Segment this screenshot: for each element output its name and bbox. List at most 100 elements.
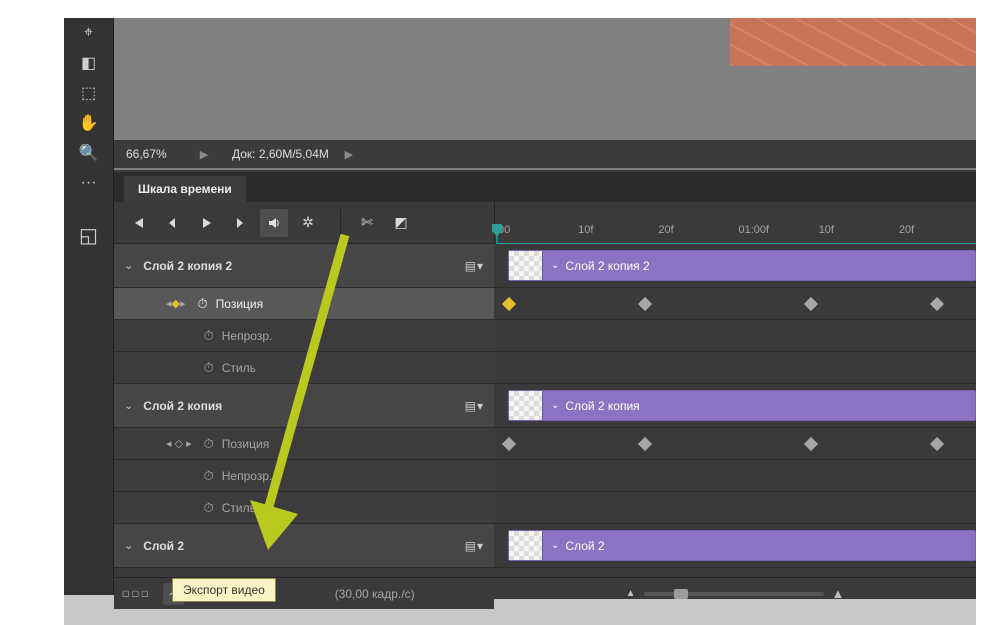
chevron-down-icon[interactable]: ⌄ bbox=[124, 259, 133, 272]
go-first-button[interactable] bbox=[124, 209, 152, 237]
clip-label: Слой 2 bbox=[565, 539, 604, 553]
prop-label: Позиция bbox=[216, 297, 263, 311]
zoom-slider[interactable] bbox=[644, 592, 824, 596]
chevron-down-icon[interactable]: ⌄ bbox=[124, 399, 133, 412]
layer-name[interactable]: Слой 2 bbox=[143, 539, 464, 553]
stopwatch-icon[interactable]: ⏱ bbox=[204, 360, 214, 376]
prop-label: Позиция bbox=[222, 437, 269, 451]
playback-controls: ✲ ✄ ◩ bbox=[114, 202, 494, 244]
chevron-down-icon[interactable]: ⌄ bbox=[551, 260, 559, 271]
keyframe-lane[interactable] bbox=[494, 492, 976, 524]
tooltip-export-video: Экспорт видео bbox=[172, 578, 276, 602]
next-frame-button[interactable] bbox=[226, 209, 254, 237]
settings-button[interactable]: ✲ bbox=[294, 209, 322, 237]
layer-name[interactable]: Слой 2 копия 2 bbox=[143, 259, 464, 273]
tool-c[interactable]: ⬚ bbox=[64, 78, 113, 108]
clip-label: Слой 2 копия 2 bbox=[565, 259, 649, 273]
track-clip[interactable]: ⌄ Слой 2 копия bbox=[494, 384, 976, 428]
track-clip[interactable]: ⌄ Слой 2 копия 2 bbox=[494, 244, 976, 288]
keyframe-lane[interactable] bbox=[494, 428, 976, 460]
property-row[interactable]: ◂ ◆ ▸ ⏱ Позиция bbox=[114, 288, 494, 320]
status-bar: 66,67% ▶ Док: 2,60M/5,04M ▶ bbox=[114, 140, 976, 168]
timeline-footer: ▢▢▢ 0:00:04:16 (30,00 кадр./с) bbox=[114, 577, 494, 609]
split-button[interactable]: ✄ bbox=[353, 209, 381, 237]
stopwatch-icon[interactable]: ⏱ bbox=[198, 296, 208, 312]
keyframe-icon[interactable] bbox=[804, 437, 818, 451]
stopwatch-icon[interactable]: ⏱ bbox=[204, 328, 214, 344]
ruler-mark: 01:00f bbox=[736, 224, 816, 244]
video-clip[interactable]: ⌄ Слой 2 bbox=[508, 530, 976, 561]
zoom-tool[interactable]: 🔍 bbox=[64, 138, 113, 168]
stopwatch-icon[interactable]: ⏱ bbox=[204, 468, 214, 484]
keyframe-lane[interactable] bbox=[494, 352, 976, 384]
keyframe-icon[interactable] bbox=[638, 297, 652, 311]
color-swatches[interactable]: ◱ bbox=[64, 220, 113, 250]
chevron-down-icon[interactable]: ⌄ bbox=[124, 539, 133, 552]
keyframe-icon[interactable] bbox=[804, 297, 818, 311]
doc-arrow-icon[interactable]: ▶ bbox=[341, 148, 357, 161]
video-clip[interactable]: ⌄ Слой 2 копия bbox=[508, 390, 976, 421]
keyframe-lane[interactable] bbox=[494, 460, 976, 492]
chevron-down-icon[interactable]: ⌄ bbox=[551, 400, 559, 411]
track-clip[interactable]: ⌄ Слой 2 bbox=[494, 524, 976, 568]
clip-label: Слой 2 копия bbox=[565, 399, 639, 413]
zoom-level[interactable]: 66,67% bbox=[114, 147, 196, 161]
property-row[interactable]: ◂ ◇ ▸ ⏱ Стиль bbox=[114, 352, 494, 384]
mute-button[interactable] bbox=[260, 209, 288, 237]
prop-label: Непрозр. bbox=[222, 469, 273, 483]
tools-panel: ⌖ ◧ ⬚ ✋ 🔍 ··· ◱ bbox=[64, 18, 114, 595]
clip-thumbnail bbox=[509, 251, 543, 280]
video-layer-icon[interactable]: ▤▾ bbox=[465, 259, 484, 273]
keyframe-icon[interactable] bbox=[502, 437, 516, 451]
stopwatch-icon[interactable]: ⏱ bbox=[204, 500, 214, 516]
timeline-tracks[interactable]: ⌄ Слой 2 копия 2 ⌄ Слой 2 копия bbox=[494, 244, 976, 599]
layer-header[interactable]: ⌄ Слой 2 ▤▾ bbox=[114, 524, 494, 568]
property-row[interactable]: ◂ ◇ ▸ ⏱ Позиция bbox=[114, 428, 494, 460]
hand-tool[interactable]: ✋ bbox=[64, 108, 113, 138]
frame-anim-icon[interactable]: ▢▢▢ bbox=[122, 589, 151, 598]
keyframe-icon[interactable] bbox=[930, 437, 944, 451]
separator bbox=[340, 209, 341, 237]
prop-label: Непрозр. bbox=[222, 329, 273, 343]
property-row[interactable]: ◂ ◇ ▸ ⏱ Непрозр. bbox=[114, 460, 494, 492]
property-row[interactable]: ◂ ◇ ▸ ⏱ Стиль bbox=[114, 492, 494, 524]
keyframe-icon[interactable] bbox=[638, 437, 652, 451]
chevron-down-icon[interactable]: ⌄ bbox=[551, 540, 559, 551]
video-clip[interactable]: ⌄ Слой 2 копия 2 bbox=[508, 250, 976, 281]
keyframe-icon[interactable] bbox=[502, 297, 516, 311]
transition-button[interactable]: ◩ bbox=[387, 209, 415, 237]
layer-list: ⌄ Слой 2 копия 2 ▤▾ ◂ ◆ ▸ ⏱ Позиция ◂ ◇ … bbox=[114, 244, 494, 599]
fps-label: (30,00 кадр./с) bbox=[335, 587, 415, 601]
keyframe-icon[interactable] bbox=[930, 297, 944, 311]
keyframe-lane[interactable] bbox=[494, 288, 976, 320]
time-ruler[interactable]: 00 10f 20f 01:00f 10f 20f bbox=[494, 202, 976, 244]
layer-name[interactable]: Слой 2 копия bbox=[143, 399, 464, 413]
keyframe-nav[interactable]: ◂ ◆ ▸ bbox=[166, 297, 186, 310]
keyframe-lane[interactable] bbox=[494, 320, 976, 352]
layer-header[interactable]: ⌄ Слой 2 копия ▤▾ bbox=[114, 384, 494, 428]
property-row[interactable]: ◂ ◇ ▸ ⏱ Непрозр. bbox=[114, 320, 494, 352]
prev-frame-button[interactable] bbox=[158, 209, 186, 237]
ruler-mark: 20f bbox=[655, 224, 735, 244]
playhead[interactable] bbox=[496, 224, 508, 240]
panel-tabs: Шкала времени bbox=[114, 172, 976, 202]
clip-thumbnail bbox=[509, 391, 543, 420]
doc-size[interactable]: Док: 2,60M/5,04M bbox=[212, 147, 329, 161]
zoom-arrow-icon[interactable]: ▶ bbox=[196, 148, 212, 161]
timeline-zoom: ▲ ▲ bbox=[494, 577, 976, 609]
zoom-out-icon[interactable]: ▲ bbox=[626, 588, 636, 599]
tool-e[interactable]: ··· bbox=[64, 168, 113, 198]
clip-thumbnail bbox=[509, 531, 543, 560]
video-layer-icon[interactable]: ▤▾ bbox=[465, 539, 484, 553]
tab-timeline[interactable]: Шкала времени bbox=[124, 176, 246, 202]
tool-b[interactable]: ◧ bbox=[64, 48, 113, 78]
tool-a[interactable]: ⌖ bbox=[64, 18, 113, 48]
ruler-mark: 10f bbox=[816, 224, 896, 244]
prop-label: Стиль bbox=[222, 501, 256, 515]
zoom-in-icon[interactable]: ▲ bbox=[832, 586, 845, 601]
play-button[interactable] bbox=[192, 209, 220, 237]
keyframe-nav[interactable]: ◂ ◇ ▸ bbox=[166, 437, 192, 450]
layer-header[interactable]: ⌄ Слой 2 копия 2 ▤▾ bbox=[114, 244, 494, 288]
stopwatch-icon[interactable]: ⏱ bbox=[204, 436, 214, 452]
video-layer-icon[interactable]: ▤▾ bbox=[465, 399, 484, 413]
